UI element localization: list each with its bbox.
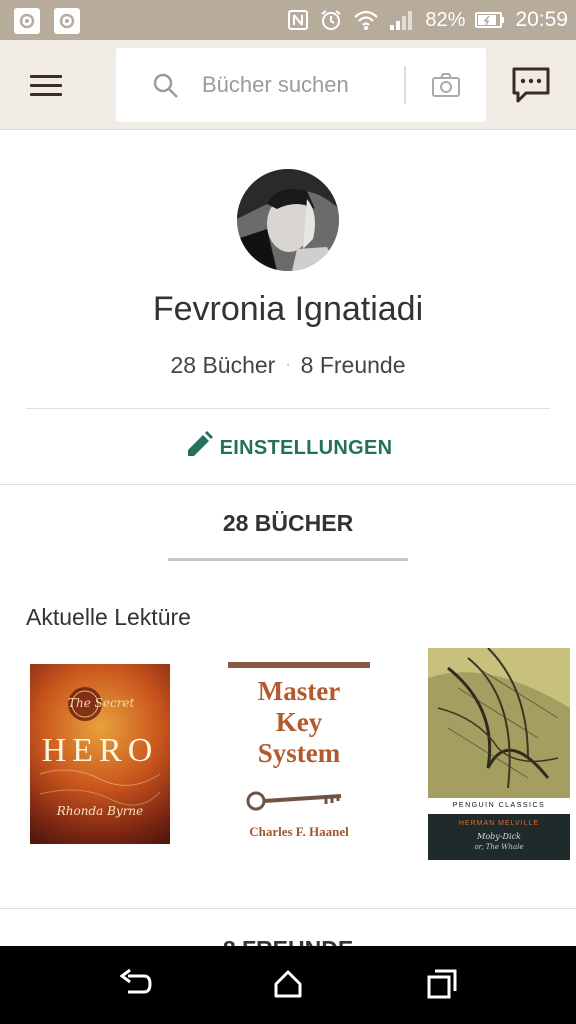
battery-icon — [475, 11, 505, 29]
book-cover-author: Rhonda Byrne — [56, 804, 144, 818]
book-cover-text-top: The Secret — [68, 696, 135, 710]
tab-indicator — [168, 558, 408, 561]
pencil-icon — [184, 430, 214, 466]
stats-separator: · — [285, 356, 291, 373]
book-cover-author: HERMAN MELVILLE — [458, 820, 540, 827]
friends-count[interactable]: 8 Freunde — [301, 352, 406, 378]
profile-stats: 28 Bücher · 8 Freunde — [0, 352, 576, 379]
clock: 20:59 — [515, 8, 568, 31]
app-toolbar — [0, 40, 576, 130]
app-notification-icon — [14, 8, 40, 34]
signal-icon — [389, 9, 415, 31]
key-icon — [246, 791, 342, 811]
book-cover[interactable]: Master Key System Charles F. Haanel — [228, 660, 370, 846]
book-cover[interactable]: The Secret HERO Rhonda Byrne — [30, 664, 170, 844]
avatar[interactable] — [237, 169, 339, 271]
search-icon — [152, 72, 180, 105]
menu-icon-bar — [30, 83, 62, 87]
camera-icon[interactable] — [431, 72, 461, 103]
settings-label: EINSTELLUNGEN — [219, 436, 393, 459]
book-cover-title: Moby-Dick — [477, 832, 521, 841]
settings-button[interactable]: EINSTELLUNGEN — [0, 430, 576, 466]
recents-icon[interactable] — [426, 968, 458, 1005]
book-cover-author: Charles F. Haanel — [249, 824, 349, 839]
tab-books[interactable]: 28 BÜCHER — [168, 510, 408, 562]
chat-icon[interactable] — [510, 66, 552, 111]
book-cover-title: HERO — [41, 732, 159, 769]
divider — [26, 408, 550, 409]
app-notification-icon — [54, 8, 80, 34]
book-cover-series: PENGUIN CLASSICS — [428, 798, 570, 814]
menu-icon-bar — [30, 92, 62, 96]
status-bar: 82% 20:59 — [0, 0, 576, 40]
system-nav-bar — [0, 946, 576, 1024]
book-cover-subtitle: or, The Whale — [474, 843, 524, 851]
battery-percent: 82% — [425, 8, 466, 31]
wifi-icon — [353, 9, 379, 31]
search-box[interactable] — [116, 48, 486, 122]
search-input[interactable] — [202, 68, 402, 102]
divider — [0, 484, 576, 485]
book-cover-title: Master Key System — [257, 676, 341, 768]
divider — [0, 908, 576, 909]
book-cover-topbar — [228, 662, 370, 668]
profile-name: Fevronia Ignatiadi — [152, 290, 424, 328]
back-icon[interactable] — [118, 968, 152, 1005]
alarm-icon — [319, 8, 343, 32]
search-divider — [404, 66, 406, 104]
current-reading-title: Aktuelle Lektüre — [26, 604, 191, 630]
menu-icon-bar — [30, 74, 62, 78]
menu-button[interactable] — [30, 68, 70, 102]
nfc-icon — [287, 9, 309, 31]
books-count[interactable]: 28 Bücher — [170, 352, 275, 378]
book-cover[interactable]: PENGUIN CLASSICS HERMAN MELVILLE Moby-Di… — [428, 648, 570, 860]
home-icon[interactable] — [272, 968, 304, 1005]
